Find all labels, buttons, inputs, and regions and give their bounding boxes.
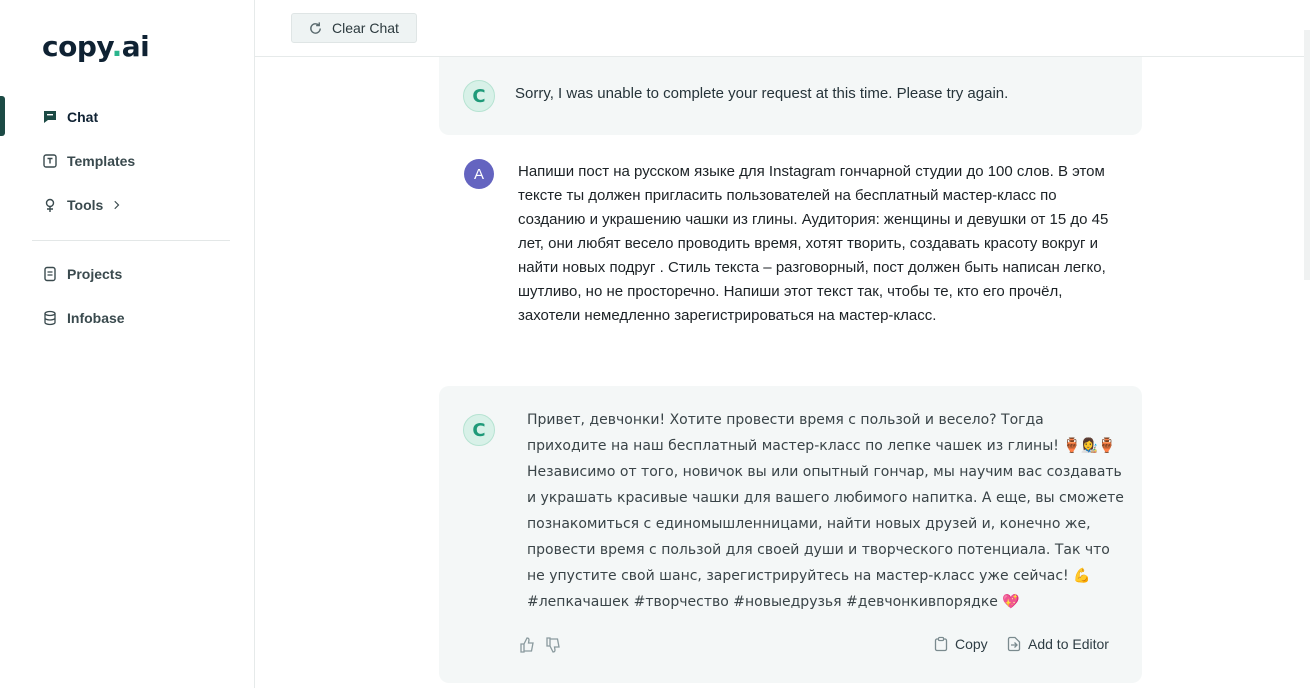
add-to-editor-button[interactable]: Add to Editor	[1006, 636, 1109, 652]
thumbs-up-icon[interactable]	[518, 636, 536, 654]
chat-icon	[44, 111, 56, 123]
sidebar-item-label: Projects	[67, 266, 123, 282]
sidebar: copy.ai Chat Templates Tools Projects In…	[0, 0, 255, 688]
database-icon	[44, 310, 56, 326]
ai-avatar: C	[463, 80, 495, 112]
topbar: Clear Chat	[255, 0, 1310, 57]
sidebar-item-infobase[interactable]: Infobase	[42, 306, 125, 330]
add-to-editor-label: Add to Editor	[1028, 636, 1109, 652]
sidebar-item-label: Templates	[67, 153, 136, 169]
tools-icon	[45, 198, 55, 212]
add-to-editor-icon	[1007, 636, 1021, 652]
feedback-actions	[518, 636, 562, 654]
thumbs-down-icon[interactable]	[544, 636, 562, 654]
sidebar-item-projects[interactable]: Projects	[42, 262, 122, 286]
ai-error-text: Sorry, I was unable to complete your req…	[515, 85, 1009, 102]
clear-chat-button[interactable]: Clear Chat	[291, 13, 417, 43]
clear-chat-label: Clear Chat	[332, 20, 399, 36]
copy-button[interactable]: Copy	[933, 636, 988, 652]
clipboard-icon	[934, 636, 948, 652]
copy-label: Copy	[955, 636, 988, 652]
refresh-icon	[310, 21, 321, 34]
sidebar-item-tools[interactable]: Tools	[42, 193, 123, 217]
ai-avatar: C	[463, 414, 495, 446]
scrollbar[interactable]	[1304, 30, 1310, 280]
user-avatar: A	[464, 159, 494, 189]
nav-divider	[32, 240, 230, 241]
active-indicator	[0, 96, 5, 136]
template-icon	[43, 154, 57, 168]
sidebar-item-label: Tools	[67, 197, 104, 213]
sidebar-item-label: Chat	[67, 109, 99, 125]
sidebar-item-chat[interactable]: Chat	[42, 105, 98, 129]
sidebar-item-label: Infobase	[67, 310, 125, 326]
sidebar-item-templates[interactable]: Templates	[42, 149, 135, 173]
projects-icon	[44, 266, 56, 282]
user-message-text: Напиши пост на русском языке для Instagr…	[518, 163, 1109, 324]
chevron-right-icon	[114, 200, 120, 210]
ai-reply-text: Привет, девчонки! Хотите провести время …	[527, 412, 1124, 610]
logo[interactable]: copy.ai	[42, 30, 150, 63]
